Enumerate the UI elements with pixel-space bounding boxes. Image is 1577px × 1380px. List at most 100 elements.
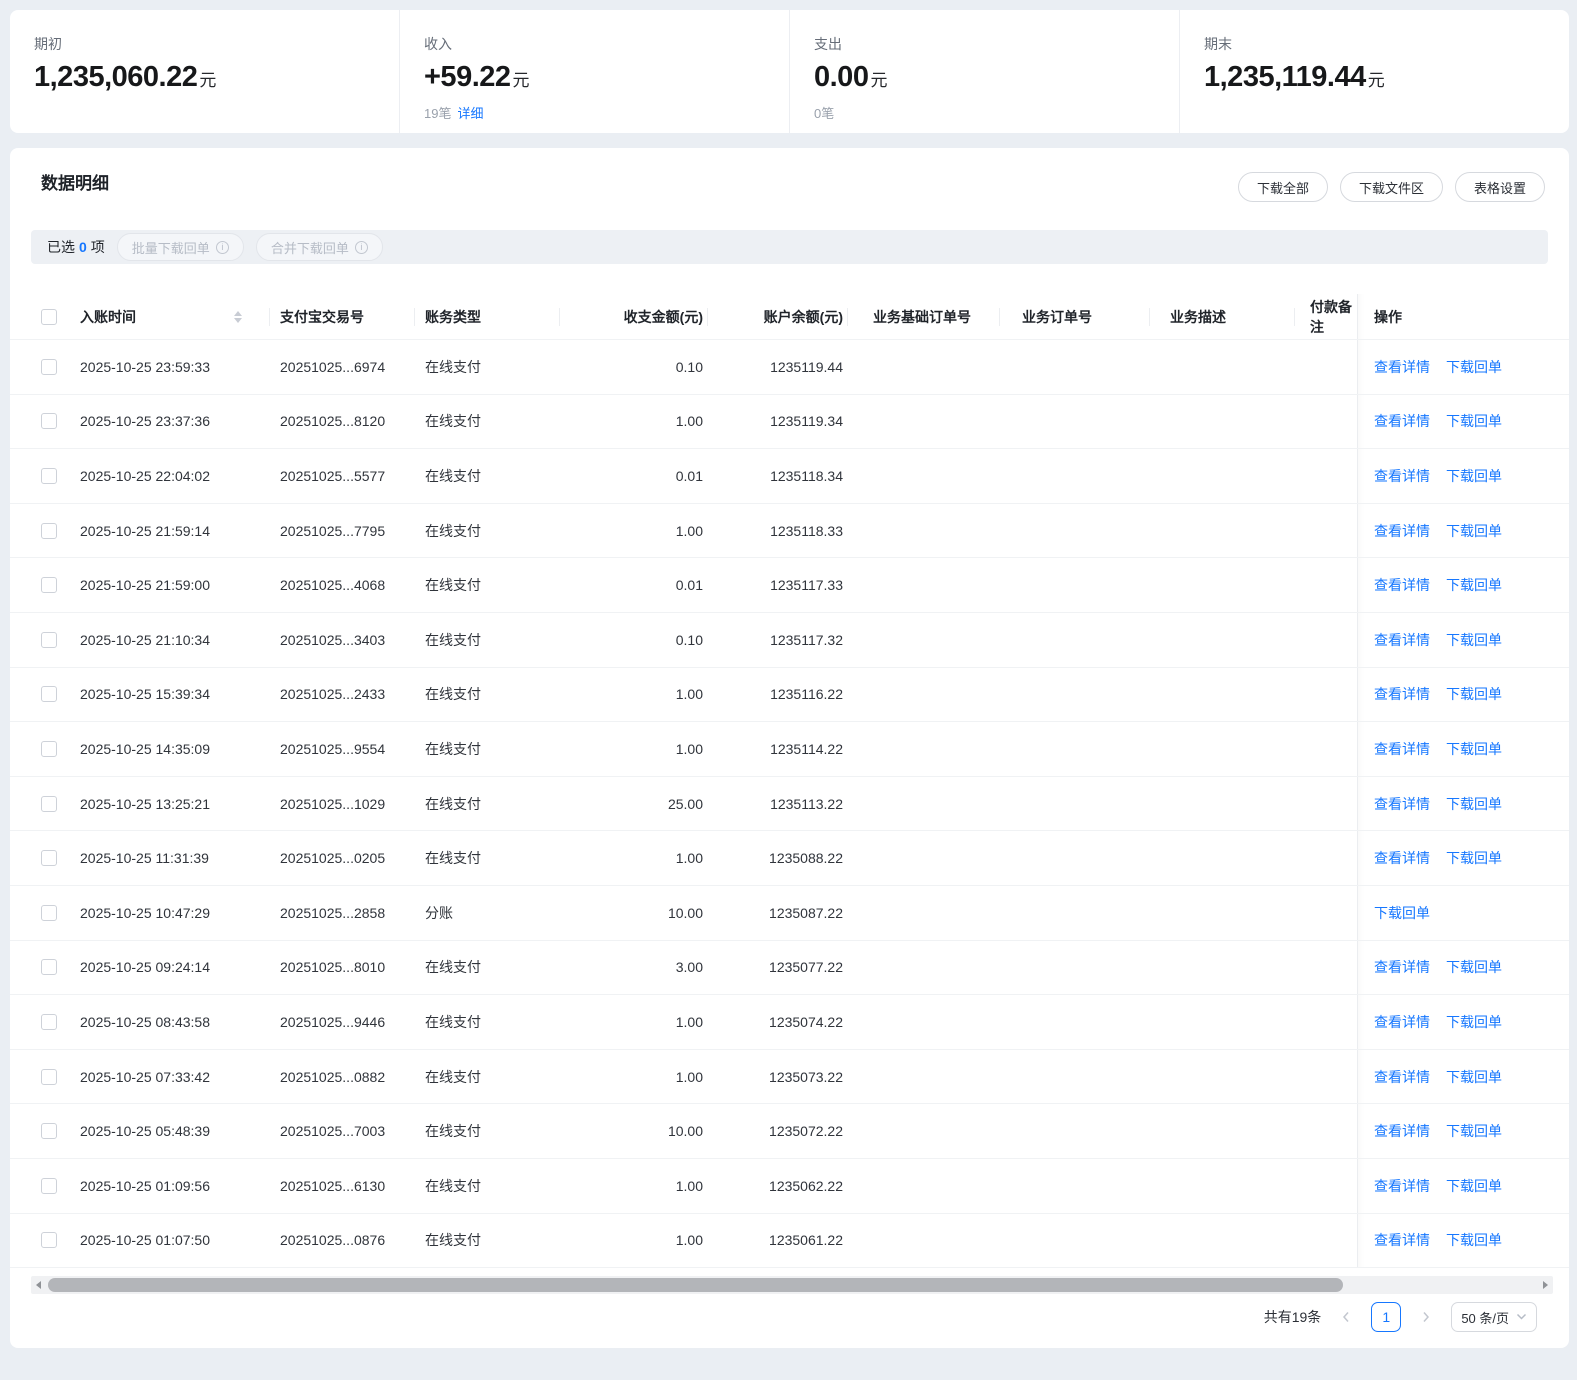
cell-order-no xyxy=(1000,777,1150,831)
cell-transaction-no: 20251025...0882 xyxy=(280,1068,386,1085)
scroll-left-arrow-icon[interactable] xyxy=(36,1281,41,1290)
sort-icon[interactable] xyxy=(234,310,242,323)
view-detail-link[interactable]: 查看详情 xyxy=(1374,466,1430,486)
row-checkbox[interactable] xyxy=(41,1068,57,1085)
panel-head: 数据明细 下载全部 下载文件区 表格设置 xyxy=(10,148,1569,202)
row-select-cell xyxy=(10,1104,80,1158)
download-receipt-link[interactable]: 下载回单 xyxy=(1446,575,1502,595)
cell-balance: 1235118.33 xyxy=(770,522,843,539)
download-receipt-link[interactable]: 下载回单 xyxy=(1446,411,1502,431)
cell-entry-time: 2025-10-25 21:10:34 xyxy=(80,631,210,648)
cell-amount: 1.00 xyxy=(675,686,703,703)
row-checkbox[interactable] xyxy=(41,1123,57,1140)
prev-page-button[interactable] xyxy=(1338,1302,1354,1332)
cell-description xyxy=(1150,722,1295,776)
batch-download-button[interactable]: 批量下载回单 i xyxy=(116,233,244,261)
view-detail-link[interactable]: 查看详情 xyxy=(1374,957,1430,977)
cell-entry-time: 2025-10-25 21:59:14 xyxy=(80,522,210,539)
download-receipt-link[interactable]: 下载回单 xyxy=(1446,1230,1502,1250)
view-detail-link[interactable]: 查看详情 xyxy=(1374,794,1430,814)
row-checkbox[interactable] xyxy=(41,1013,57,1030)
view-detail-link[interactable]: 查看详情 xyxy=(1374,684,1430,704)
table-settings-button[interactable]: 表格设置 xyxy=(1454,172,1545,202)
download-receipt-link[interactable]: 下载回单 xyxy=(1446,1121,1502,1141)
download-receipt-link[interactable]: 下载回单 xyxy=(1446,848,1502,868)
income-detail-link[interactable]: 详细 xyxy=(457,106,483,121)
cell-description xyxy=(1150,1214,1295,1268)
cell-transaction-no: 20251025...5577 xyxy=(280,467,386,484)
row-checkbox[interactable] xyxy=(41,631,57,648)
row-checkbox[interactable] xyxy=(41,904,57,921)
view-detail-link[interactable]: 查看详情 xyxy=(1374,1067,1430,1087)
table-row: 2025-10-25 10:47:29 20251025...2858 分账 10.0… xyxy=(10,885,1569,941)
download-receipt-link[interactable]: 下载回单 xyxy=(1446,794,1502,814)
row-checkbox[interactable] xyxy=(41,686,57,703)
row-checkbox[interactable] xyxy=(41,413,57,430)
view-detail-link[interactable]: 查看详情 xyxy=(1374,1230,1430,1250)
view-detail-link[interactable]: 查看详情 xyxy=(1374,848,1430,868)
cell-amount: 1.00 xyxy=(675,1068,703,1085)
view-detail-link[interactable]: 查看详情 xyxy=(1374,1121,1430,1141)
cell-actions: 查看详情 下载回单 xyxy=(1357,722,1569,776)
download-receipt-link[interactable]: 下载回单 xyxy=(1446,521,1502,541)
download-receipt-link[interactable]: 下载回单 xyxy=(1446,957,1502,977)
view-detail-link[interactable]: 查看详情 xyxy=(1374,357,1430,377)
row-checkbox[interactable] xyxy=(41,358,57,375)
download-receipt-link[interactable]: 下载回单 xyxy=(1446,357,1502,377)
cell-entry-time: 2025-10-25 01:07:50 xyxy=(80,1232,210,1249)
cell-actions: 查看详情 下载回单 xyxy=(1357,449,1569,503)
download-all-button[interactable]: 下载全部 xyxy=(1237,172,1328,202)
download-receipt-link[interactable]: 下载回单 xyxy=(1446,630,1502,650)
cell-base-order-no xyxy=(848,504,1000,558)
view-detail-link[interactable]: 查看详情 xyxy=(1374,1012,1430,1032)
current-page-button[interactable]: 1 xyxy=(1371,1302,1402,1333)
row-checkbox[interactable] xyxy=(41,795,57,812)
row-checkbox[interactable] xyxy=(41,467,57,484)
download-receipt-link[interactable]: 下载回单 xyxy=(1446,1012,1502,1032)
cell-order-no xyxy=(1000,558,1150,612)
cell-entry-time: 2025-10-25 14:35:09 xyxy=(80,740,210,757)
row-select-cell xyxy=(10,941,80,995)
download-receipt-link[interactable]: 下载回单 xyxy=(1446,739,1502,759)
h-scrollbar[interactable] xyxy=(31,1276,1553,1295)
cell-base-order-no xyxy=(848,340,1000,394)
cell-amount: 1.00 xyxy=(675,522,703,539)
view-detail-link[interactable]: 查看详情 xyxy=(1374,630,1430,650)
cell-balance: 1235117.33 xyxy=(770,577,843,594)
view-detail-link[interactable]: 查看详情 xyxy=(1374,521,1430,541)
page-size-select[interactable]: 50 条/页 xyxy=(1451,1302,1537,1333)
scroll-right-arrow-icon[interactable] xyxy=(1543,1281,1548,1290)
row-checkbox[interactable] xyxy=(41,1232,57,1249)
scrollbar-thumb[interactable] xyxy=(48,1278,1343,1293)
next-page-button[interactable] xyxy=(1418,1302,1434,1332)
view-detail-link[interactable]: 查看详情 xyxy=(1374,575,1430,595)
download-receipt-link[interactable]: 下载回单 xyxy=(1446,1176,1502,1196)
chevron-right-icon xyxy=(1423,1312,1430,1323)
view-detail-link[interactable]: 查看详情 xyxy=(1374,739,1430,759)
row-checkbox[interactable] xyxy=(41,959,57,976)
col-header-order-no: 业务订单号 xyxy=(1000,294,1150,339)
view-detail-link[interactable]: 查看详情 xyxy=(1374,411,1430,431)
col-header-entry-time[interactable]: 入账时间 xyxy=(80,294,270,339)
download-receipt-link[interactable]: 下载回单 xyxy=(1446,684,1502,704)
view-detail-link[interactable]: 查看详情 xyxy=(1374,1176,1430,1196)
row-checkbox[interactable] xyxy=(41,1177,57,1194)
merge-download-button[interactable]: 合并下载回单 i xyxy=(255,233,383,261)
row-checkbox[interactable] xyxy=(41,577,57,594)
row-checkbox[interactable] xyxy=(41,850,57,867)
cell-payment-remark xyxy=(1295,340,1357,394)
cell-transaction-no: 20251025...8120 xyxy=(280,413,386,430)
download-receipt-link[interactable]: 下载回单 xyxy=(1374,903,1430,923)
download-receipt-link[interactable]: 下载回单 xyxy=(1446,466,1502,486)
cell-balance: 1235119.34 xyxy=(770,413,843,430)
select-all-checkbox[interactable] xyxy=(41,308,57,325)
cell-payment-remark xyxy=(1295,941,1357,995)
download-receipt-link[interactable]: 下载回单 xyxy=(1446,1067,1502,1087)
row-checkbox[interactable] xyxy=(41,740,57,757)
row-checkbox[interactable] xyxy=(41,522,57,539)
download-filezone-button[interactable]: 下载文件区 xyxy=(1339,172,1443,202)
table-row: 2025-10-25 01:07:50 20251025...0876 在线支付 1.… xyxy=(10,1213,1569,1269)
col-header-description: 业务描述 xyxy=(1150,294,1295,339)
cell-description xyxy=(1150,831,1295,885)
cell-amount: 1.00 xyxy=(675,1177,703,1194)
